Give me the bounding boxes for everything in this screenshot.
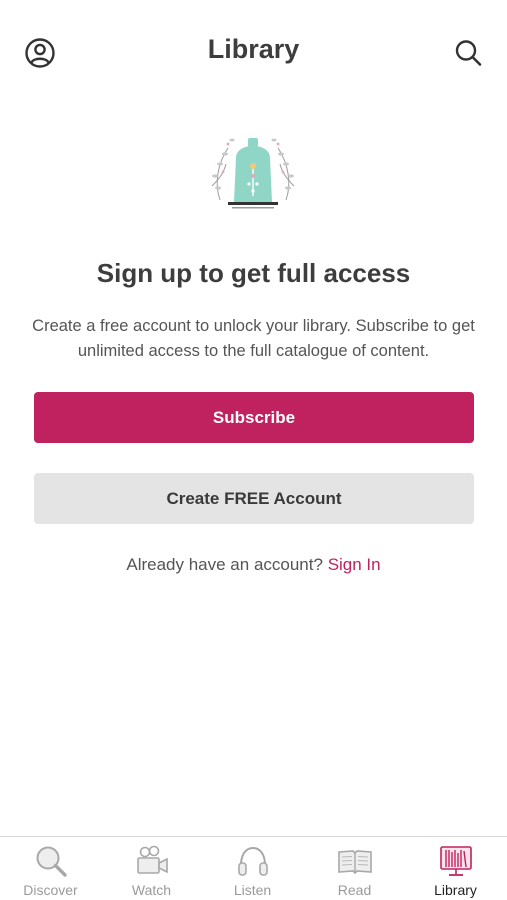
library-illustration	[206, 128, 300, 216]
search-icon[interactable]	[452, 37, 484, 69]
video-camera-icon	[134, 843, 170, 879]
tab-listen[interactable]: Listen	[202, 837, 303, 900]
description-text: Create a free account to unlock your lib…	[32, 317, 475, 360]
tab-label: Watch	[131, 882, 172, 898]
tab-discover[interactable]: Discover	[0, 837, 101, 900]
headphones-icon	[235, 843, 271, 879]
open-book-icon	[337, 843, 373, 879]
app-header: Library	[0, 0, 507, 104]
signin-prompt-text: Already have an account?	[126, 555, 323, 574]
subscribe-button[interactable]: Subscribe	[34, 392, 474, 443]
magnifier-icon	[33, 843, 69, 879]
tab-label: Listen	[233, 882, 272, 898]
create-free-account-button[interactable]: Create FREE Account	[34, 473, 474, 524]
library-screen: Library Sign up to get full access Creat…	[0, 0, 507, 900]
tab-library[interactable]: Library	[405, 837, 506, 900]
page-title: Library	[207, 34, 300, 64]
tab-watch[interactable]: Watch	[101, 837, 202, 900]
tab-label: Read	[337, 882, 372, 898]
tab-label: Discover	[23, 882, 78, 898]
signin-prompt: Already have an account? Sign In	[0, 555, 507, 575]
signin-link[interactable]: Sign In	[328, 555, 381, 574]
bottom-tab-bar: Discover Watch Listen Read Library	[0, 836, 507, 900]
tab-read[interactable]: Read	[304, 837, 405, 900]
tab-label: Library	[434, 882, 477, 898]
headline: Sign up to get full access	[96, 258, 411, 288]
bookshelf-icon	[438, 843, 474, 879]
